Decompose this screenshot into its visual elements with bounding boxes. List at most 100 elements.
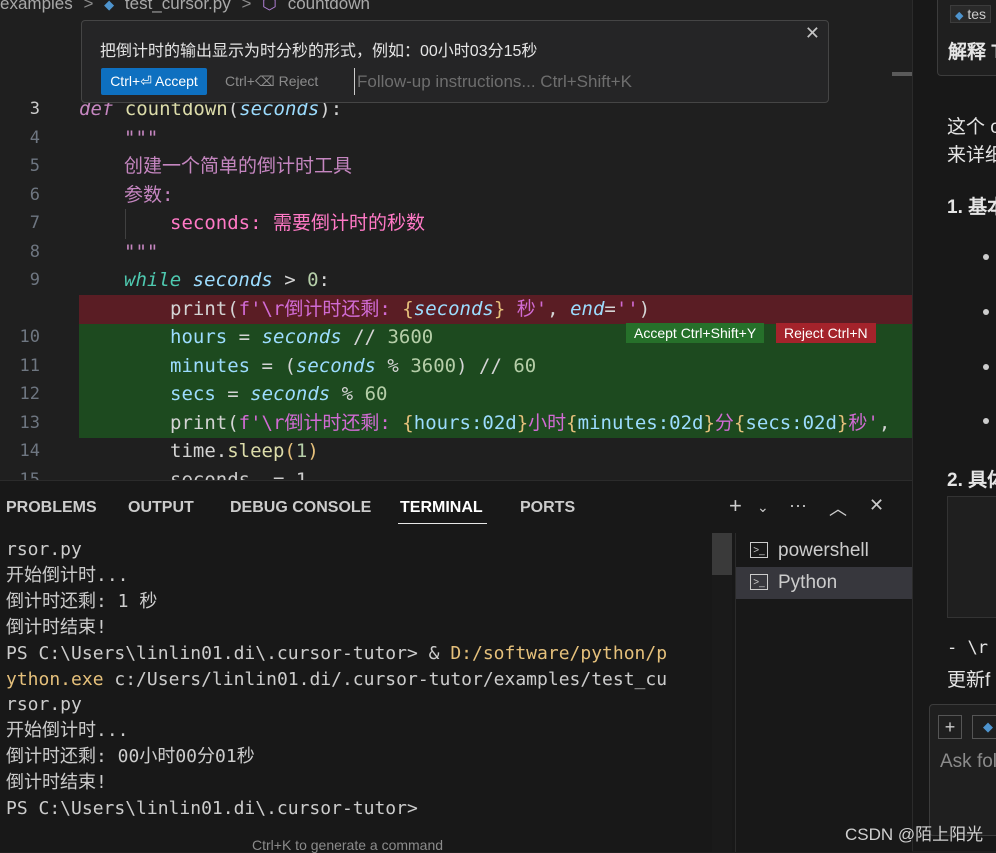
code-line-removed[interactable]: print(f'\r倒计时还剩: {seconds} 秒', end='') xyxy=(0,295,912,324)
code-line[interactable]: 4 """ xyxy=(0,124,912,153)
chat-input-placeholder: Ask fol xyxy=(940,751,996,772)
bullet xyxy=(983,418,989,424)
bullet xyxy=(983,309,989,315)
inline-prompt-box: 把倒计时的输出显示为时分秒的形式，例如：00小时03分15秒 ✕ Ctrl+⏎ … xyxy=(81,20,829,103)
tab-terminal[interactable]: TERMINAL xyxy=(400,499,483,517)
line-code: seconds -= 1 xyxy=(170,469,308,480)
terminal-line: 倒计时还剩: 00小时00分01秒 xyxy=(6,746,255,768)
reject-diff-button[interactable]: Reject Ctrl+N xyxy=(776,323,876,343)
line-code: print(f'\r倒计时还剩: {seconds} 秒', end='') xyxy=(170,298,651,320)
chat-message-card[interactable]: ◆ tes 解释 T xyxy=(937,0,996,76)
maximize-panel-icon[interactable]: ︿ xyxy=(829,495,847,521)
reject-button[interactable]: Ctrl+⌫ Reject xyxy=(225,68,318,95)
terminal-line: ython.exe c:/Users/linlin01.di/.cursor-t… xyxy=(6,668,668,690)
terminal-line: PS C:\Users\linlin01.di\.cursor-tutor> xyxy=(6,798,418,820)
breadcrumb-folder[interactable]: examples xyxy=(0,0,73,13)
terminal-line: 倒计时结束! xyxy=(6,772,107,794)
code-line[interactable]: 6 参数: xyxy=(0,181,912,210)
accept-button[interactable]: Ctrl+⏎ Accept xyxy=(101,68,207,95)
close-panel-icon[interactable]: ✕ xyxy=(869,495,884,516)
line-number: 10 xyxy=(19,327,40,347)
terminal-icon: >_ xyxy=(750,542,768,558)
terminal-line: PS C:\Users\linlin01.di\.cursor-tutor> &… xyxy=(6,642,668,664)
terminal-line: 倒计时结束! xyxy=(6,616,107,638)
line-code: """ xyxy=(124,241,159,263)
watermark: CSDN @陌上阳光 xyxy=(845,825,984,844)
tab-output[interactable]: OUTPUT xyxy=(128,499,194,517)
tab-ports[interactable]: PORTS xyxy=(520,499,575,517)
line-code: """ xyxy=(124,127,159,149)
chat-text: 来详细 xyxy=(947,145,996,166)
line-number: 12 xyxy=(19,384,40,404)
line-number: 15 xyxy=(19,470,40,480)
active-tab-indicator xyxy=(398,523,487,524)
prompt-text[interactable]: 把倒计时的输出显示为时分秒的形式，例如：00小时03分15秒 xyxy=(100,37,537,61)
line-number: 8 xyxy=(29,242,40,262)
new-terminal-plus-icon[interactable]: + xyxy=(729,493,742,519)
line-number: 13 xyxy=(19,413,40,433)
code-line-added[interactable]: 12 secs = seconds % 60 xyxy=(0,380,912,409)
breadcrumb-separator: > xyxy=(83,0,94,13)
terminal-line: 倒计时还剩: 1 秒 xyxy=(6,590,158,612)
code-line[interactable]: 8 """ xyxy=(0,238,912,267)
terminal-icon: >_ xyxy=(750,574,768,590)
code-line[interactable]: 5 创建一个简单的倒计时工具 xyxy=(0,152,912,181)
line-code: time.sleep(1) xyxy=(170,440,319,462)
terminal-line: 开始倒计时... xyxy=(6,720,129,742)
terminal-output[interactable]: rsor.py 开始倒计时... 倒计时还剩: 1 秒倒计时结束! PS C:\Use… xyxy=(6,537,706,822)
code-line[interactable]: 7 seconds: 需要倒计时的秒数 xyxy=(0,209,912,238)
line-code: while seconds > 0: xyxy=(124,269,330,291)
followup-input[interactable]: Follow-up instructions... Ctrl+Shift+K xyxy=(354,68,632,95)
line-number: 4 xyxy=(29,128,40,148)
accept-diff-button[interactable]: Accept Ctrl+Shift+Y xyxy=(626,323,765,343)
breadcrumb-symbol[interactable]: countdown xyxy=(288,0,370,13)
chat-text: 更新f xyxy=(947,670,991,691)
code-line-added[interactable]: 13 print(f'\r倒计时还剩: {hours:02d}小时{minute… xyxy=(0,409,912,438)
chat-title: 解释 T xyxy=(948,42,996,63)
line-code: hours = seconds // 3600 xyxy=(170,326,434,348)
terminal-item-powershell[interactable]: >_ powershell xyxy=(736,535,913,567)
terminal-item-python[interactable]: >_ Python xyxy=(736,567,913,599)
function-symbol-icon: ⬡ xyxy=(262,0,277,13)
tab-problems[interactable]: PROBLEMS xyxy=(6,499,97,517)
chat-code-block[interactable] xyxy=(947,496,996,618)
terminal-scrollbar-thumb[interactable] xyxy=(712,533,732,575)
file-context-chip[interactable]: ◆ tes xyxy=(950,5,992,23)
line-number: 14 xyxy=(19,441,40,461)
code-line-added[interactable]: 11 minutes = (seconds % 3600) // 60 xyxy=(0,352,912,381)
chat-side-panel: ◆ tes 解释 T 这个 c 来详细 1. 基本 2. 具体 - \r 更新f… xyxy=(912,0,996,851)
chat-section-heading: 1. 基本 xyxy=(947,197,996,218)
add-context-icon[interactable]: + xyxy=(938,715,962,739)
breadcrumb: examples > ◆ test_cursor.py > ⬡ countdow… xyxy=(0,0,376,14)
terminal-scrollbar[interactable] xyxy=(712,533,732,852)
chevron-down-icon[interactable]: ⌄ xyxy=(757,499,769,516)
breadcrumb-separator: > xyxy=(241,0,252,13)
terminal-line: rsor.py xyxy=(6,539,82,560)
code-line[interactable]: 15 seconds -= 1 xyxy=(0,466,912,480)
tab-debug-console[interactable]: DEBUG CONSOLE xyxy=(230,499,371,517)
scrollbar-indicator[interactable] xyxy=(892,72,912,76)
code-line[interactable]: 14 time.sleep(1) xyxy=(0,437,912,466)
line-number: 7 xyxy=(29,213,40,233)
line-number: 9 xyxy=(29,270,40,290)
breadcrumb-file[interactable]: test_cursor.py xyxy=(125,0,231,13)
code-line[interactable]: 9 while seconds > 0: xyxy=(0,266,912,295)
code-editor[interactable]: examples > ◆ test_cursor.py > ⬡ countdow… xyxy=(0,0,912,480)
line-number: 5 xyxy=(29,156,40,176)
chat-input-box[interactable]: + ◆ Ask fol xyxy=(929,704,996,836)
python-file-icon[interactable]: ◆ xyxy=(972,715,996,739)
terminal-line: 开始倒计时... xyxy=(6,564,129,586)
terminal-list: >_ powershell >_ Python xyxy=(735,533,913,852)
bullet xyxy=(983,364,989,370)
line-code: 参数: xyxy=(124,184,174,206)
chat-section-heading: 2. 具体 xyxy=(947,470,996,491)
line-code: print(f'\r倒计时还剩: {hours:02d}小时{minutes:0… xyxy=(170,412,891,434)
terminal-line: rsor.py xyxy=(6,694,82,716)
line-number: 6 xyxy=(29,185,40,205)
close-icon[interactable]: ✕ xyxy=(805,23,820,44)
line-code: minutes = (seconds % 3600) // 60 xyxy=(170,355,537,377)
more-actions-icon[interactable]: ··· xyxy=(789,495,807,516)
bottom-panel: PROBLEMS OUTPUT DEBUG CONSOLE TERMINAL P… xyxy=(0,480,913,853)
line-code: 创建一个简单的倒计时工具 xyxy=(124,155,353,177)
chat-text: - \r xyxy=(947,638,988,658)
